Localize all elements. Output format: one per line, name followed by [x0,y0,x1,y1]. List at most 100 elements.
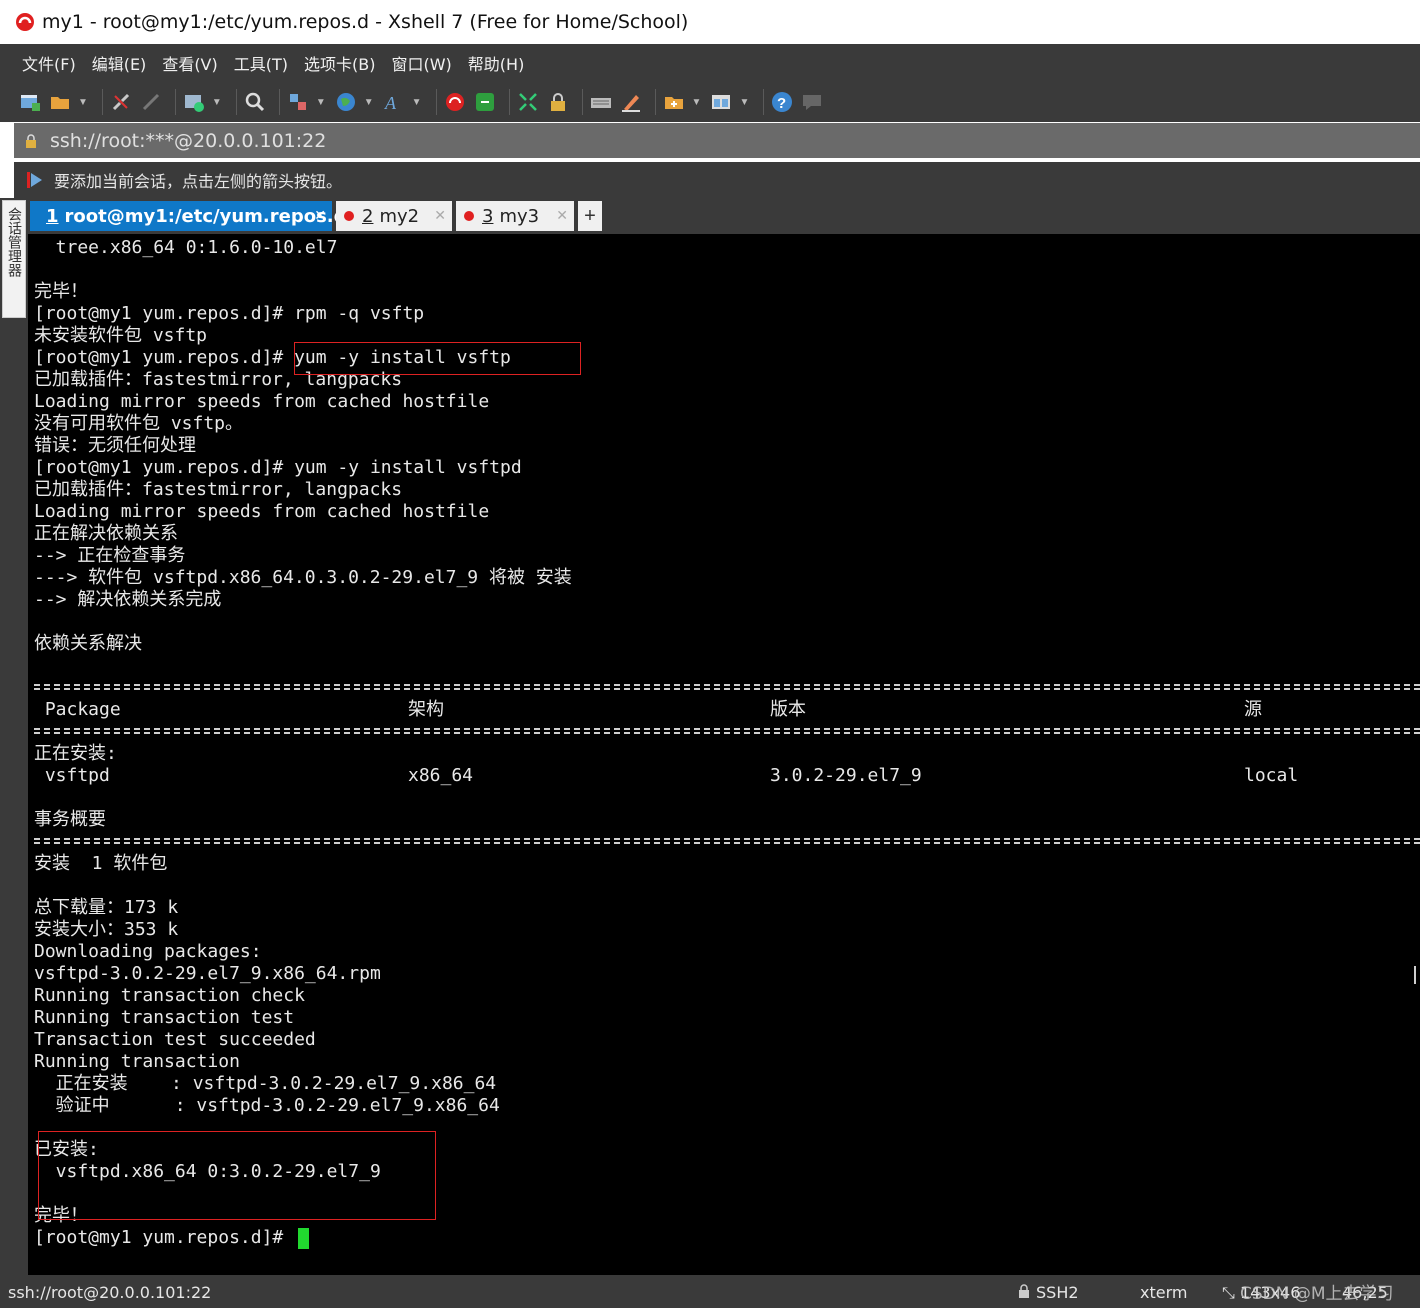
terminal-cursor [298,1228,309,1249]
status-connection: ssh://root@20.0.0.101:22 [8,1283,212,1302]
help-icon[interactable]: ? [770,90,794,114]
terminal-line: --> 解决依赖关系完成 [34,589,222,610]
chat-icon[interactable] [800,90,824,114]
menu-view[interactable]: 查看(V) [162,51,217,75]
new-session-icon[interactable] [18,90,42,114]
transfer-dropdown-icon[interactable]: ▼ [212,97,222,108]
terminal-line: 错误：无须任何处理 [34,435,196,456]
layout-icon[interactable] [709,90,733,114]
table-cell-version: 3.0.2-29.el7_9 [770,765,922,786]
add-session-icon[interactable] [662,90,686,114]
table-section-label: 正在安装: [34,743,117,764]
font-icon[interactable]: A [382,90,406,114]
menu-bar: 文件(F) 编辑(E) 查看(V) 工具(T) 选项卡(B) 窗口(W) 帮助(… [0,44,1420,82]
terminal-line: 正在安装 : vsftpd-3.0.2-29.el7_9.x86_64 [34,1073,497,1094]
session-manager-tab[interactable]: 会话管理器 [2,200,26,318]
disconnect-icon[interactable] [109,90,133,114]
tab-label: my3 [499,205,540,227]
terminal-line: Running transaction [34,1051,240,1072]
terminal-line: vsftpd-3.0.2-29.el7_9.x86_64.rpm [34,963,381,984]
transaction-summary-title: 事务概要 [34,809,106,830]
toolbar-separator [278,89,280,115]
terminal-line: Running transaction check [34,985,305,1006]
tab-session-3[interactable]: 3 my3 ✕ [456,201,574,231]
transfer-options-dropdown-icon[interactable]: ▼ [316,97,326,108]
highlight-icon[interactable] [619,90,643,114]
add-session-dropdown-icon[interactable]: ▼ [692,97,702,108]
new-file-transfer-icon[interactable] [182,90,206,114]
session-hint-bar: 要添加当前会话，点击左侧的箭头按钮。 [14,162,1420,198]
table-cell-package: vsftpd [34,765,110,786]
terminal-line: 已加载插件：fastestmirror, langpacks [34,479,403,500]
address-text: ssh://root:***@20.0.0.101:22 [50,129,327,152]
table-divider [34,728,1420,734]
tab-number: 3 [482,205,494,227]
xshell-icon[interactable] [443,90,467,114]
size-icon: ⤡ [1222,1283,1235,1302]
layout-dropdown-icon[interactable]: ▼ [739,97,749,108]
menu-help[interactable]: 帮助(H) [468,51,525,75]
transfer-icon[interactable] [286,90,310,114]
globe-icon[interactable] [334,90,358,114]
toolbar-separator [508,89,510,115]
command-highlight-box [294,342,581,375]
hint-text: 要添加当前会话，点击左侧的箭头按钮。 [54,172,343,191]
terminal-line: Transaction test succeeded [34,1029,316,1050]
globe-dropdown-icon[interactable]: ▼ [364,97,374,108]
terminal-line: 总下载量：173 k [34,897,179,918]
terminal-line: Loading mirror speeds from cached hostfi… [34,501,490,522]
window-title: my1 - root@my1:/etc/yum.repos.d - Xshell… [42,11,689,33]
terminal-line: 没有可用软件包 vsftp。 [34,413,244,434]
menu-edit[interactable]: 编辑(E) [92,51,147,75]
terminal-line: Downloading packages: [34,941,262,962]
close-icon[interactable]: ✕ [314,208,326,224]
address-bar[interactable]: ssh://root:***@20.0.0.101:22 [14,123,1420,158]
terminal-line: 完毕！ [34,281,88,302]
menu-tabs[interactable]: 选项卡(B) [304,51,375,75]
menu-tools[interactable]: 工具(T) [234,51,288,75]
table-divider [34,838,1420,844]
session-manager-label: 会话管理器 [6,207,22,277]
tab-number: 2 [362,205,374,227]
terminal-output[interactable]: tree.x86_64 0:1.6.0-10.el7 完毕！ [root@my1… [28,234,1420,1275]
toolbar-separator [581,89,583,115]
terminal-line: tree.x86_64 0:1.6.0-10.el7 [34,237,338,258]
terminal-line: 正在解决依赖关系 [34,523,178,544]
open-folder-dropdown-icon[interactable]: ▼ [78,97,88,108]
status-protocol: SSH2 [1036,1283,1079,1302]
add-tab-button[interactable]: + [578,201,602,231]
watermark: CSDN @M上去学习 [1240,1284,1394,1304]
add-session-arrow-icon[interactable] [24,169,46,191]
status-term-type: xterm [1140,1283,1188,1302]
terminal-line: --> 正在检查事务 [34,545,186,566]
status-bar: ssh://root@20.0.0.101:22 SSH2 xterm ⤡ 14… [0,1275,1420,1308]
keyboard-icon[interactable] [589,90,613,114]
table-header-package: Package [34,699,121,720]
xftp-icon[interactable] [473,90,497,114]
terminal-line: 安装 1 软件包 [34,853,168,874]
terminal-line: 依赖关系解决 [34,633,142,654]
svg-text:?: ? [777,95,786,112]
xshell-app-icon [16,13,34,31]
toolbar-separator [435,89,437,115]
search-icon[interactable] [243,90,267,114]
tab-session-1[interactable]: 1 root@my1:/etc/yum.repos.d ✕ [30,201,347,231]
tab-session-2[interactable]: 2 my2 ✕ [336,201,452,231]
progress-marker [1414,966,1416,984]
menu-window[interactable]: 窗口(W) [391,51,451,75]
lock-icon [26,133,36,148]
fullscreen-icon[interactable] [516,90,540,114]
close-icon[interactable]: ✕ [556,208,568,224]
lock-icon[interactable] [546,90,570,114]
terminal-line: [root@my1 yum.repos.d]# yum -y install v… [34,457,522,478]
terminal-line: 未安装软件包 vsftp [34,325,208,346]
open-folder-icon[interactable] [48,90,72,114]
svg-text:A: A [384,93,397,113]
window-title-bar: my1 - root@my1:/etc/yum.repos.d - Xshell… [0,0,1420,44]
close-icon[interactable]: ✕ [434,208,446,224]
terminal-line: 安装大小：353 k [34,919,179,940]
font-dropdown-icon[interactable]: ▼ [412,97,422,108]
tab-label: root@my1:/etc/yum.repos.d [64,205,347,227]
menu-file[interactable]: 文件(F) [22,51,76,75]
reconnect-icon[interactable] [139,90,163,114]
